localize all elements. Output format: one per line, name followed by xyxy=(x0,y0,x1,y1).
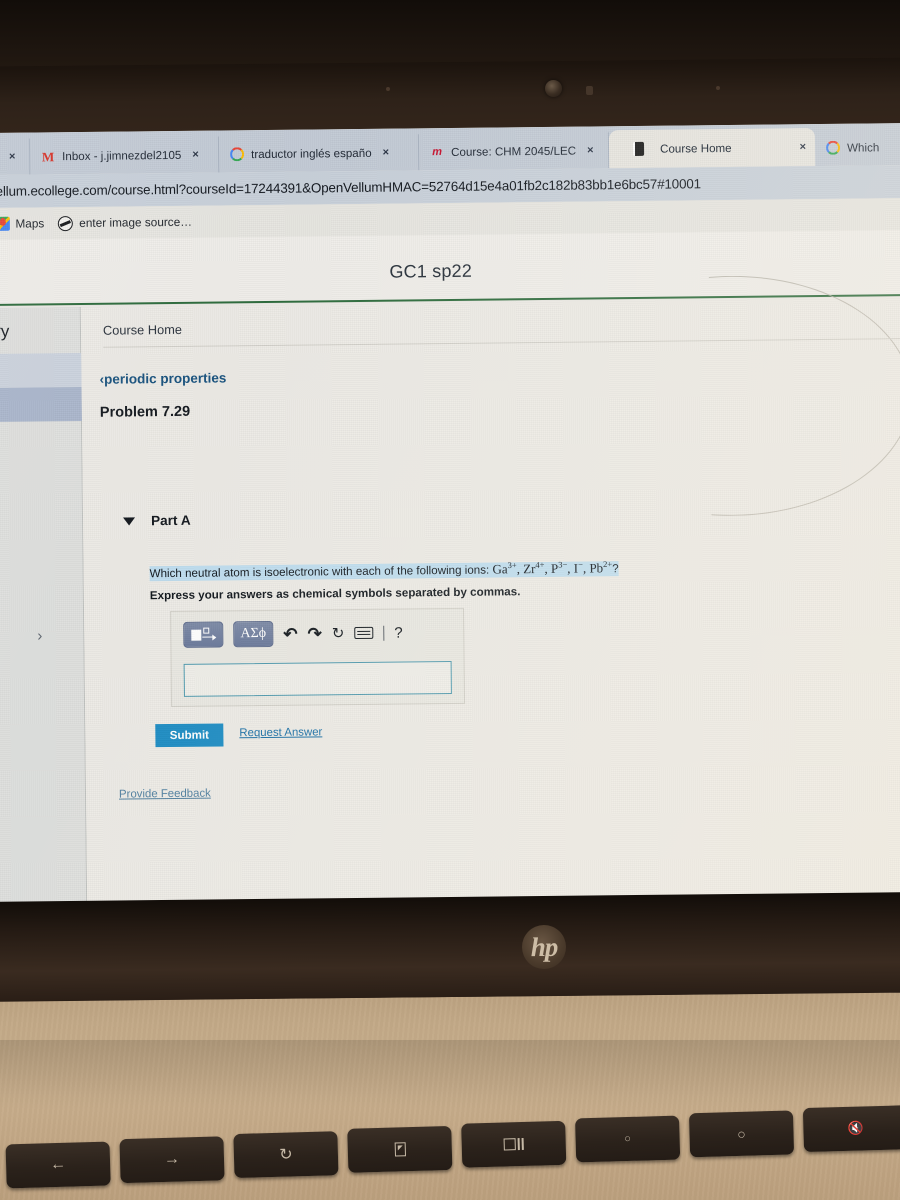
tab-label: traductor inglés españo xyxy=(251,146,372,161)
webcam-icon xyxy=(544,79,563,98)
undo-icon[interactable]: ↶ xyxy=(283,624,297,643)
sidebar-item-1-selected[interactable] xyxy=(0,386,82,423)
answer-toolbar: ΑΣϕ ↶ ↷ ↻ ? xyxy=(183,619,403,648)
fullscreen-key[interactable] xyxy=(347,1125,453,1173)
reset-icon[interactable]: ↻ xyxy=(332,625,345,642)
ion-0: Ga3+ xyxy=(492,560,517,577)
gmail-icon: M xyxy=(41,148,55,164)
browser-tab-4[interactable]: Course Home × xyxy=(608,128,816,169)
back-link-label: periodic properties xyxy=(103,370,227,387)
web-page: GC1 sp22 mistry › Course Home ‹periodic … xyxy=(0,229,900,906)
mute-icon: 🔇 xyxy=(847,1120,864,1136)
caret-down-icon[interactable] xyxy=(123,516,136,526)
bookmark-label: enter image source… xyxy=(79,214,193,230)
brightness-up-key[interactable]: ○ xyxy=(688,1110,795,1158)
toolbar-divider xyxy=(383,625,385,641)
browser-tab-0[interactable]: vid × xyxy=(0,138,31,176)
tab-label: Course: CHM 2045/LEC xyxy=(451,144,577,159)
mastering-chemistry-icon: m xyxy=(432,145,443,158)
close-icon[interactable]: × xyxy=(587,144,594,156)
question-text: Which neutral atom is isoelectronic with… xyxy=(149,558,710,582)
reload-icon: ↻ xyxy=(279,1146,293,1164)
template-icon[interactable] xyxy=(183,621,224,648)
book-icon xyxy=(631,141,645,156)
page-title: GC1 sp22 xyxy=(389,260,473,282)
hp-logo: hp xyxy=(521,924,567,970)
sidebar-title: mistry xyxy=(0,321,10,342)
browser-tab-2[interactable]: G traductor inglés españo × xyxy=(218,134,420,173)
address-input[interactable]: envellum.ecollege.com/course.html?course… xyxy=(0,176,701,199)
brightness-down-icon: ○ xyxy=(624,1132,632,1146)
overview-key[interactable] xyxy=(461,1120,567,1168)
close-icon[interactable]: × xyxy=(383,147,390,159)
answer-input[interactable] xyxy=(183,660,452,697)
decorative-arc xyxy=(550,274,900,518)
keyboard-icon[interactable] xyxy=(354,626,374,640)
brightness-up-icon: ○ xyxy=(737,1125,746,1142)
fullscreen-icon xyxy=(394,1142,406,1157)
course-sidebar: mistry › xyxy=(0,306,88,906)
breadcrumb[interactable]: Course Home xyxy=(103,322,182,338)
arrow-left-icon: ← xyxy=(49,1155,67,1174)
course-app-shell: mistry › Course Home ‹periodic propertie… xyxy=(0,298,900,906)
globe-icon xyxy=(58,215,74,231)
overview-icon xyxy=(503,1137,524,1151)
tab-label: Which xyxy=(846,140,880,155)
browser-tab-1[interactable]: M Inbox - j.jimnezdel2105 × xyxy=(29,136,220,175)
tab-label: Inbox - j.jimnezdel2105 xyxy=(62,148,182,163)
mute-key[interactable]: 🔇 xyxy=(802,1105,900,1153)
ion-2: P3− xyxy=(550,559,568,577)
close-icon[interactable]: × xyxy=(9,151,16,163)
screen-bezel-bottom xyxy=(0,892,900,1002)
bezel-mic-left-icon xyxy=(386,87,390,91)
course-content: Course Home ‹periodic properties Problem… xyxy=(80,298,900,904)
google-icon: G xyxy=(230,147,245,162)
close-icon[interactable]: × xyxy=(800,141,807,153)
chevron-right-icon[interactable]: › xyxy=(37,627,42,644)
close-icon[interactable]: × xyxy=(192,149,199,161)
screen-bezel-top xyxy=(0,57,900,135)
ion-list: Ga3+, Zr4+, P3−, I−, Pb2+ xyxy=(492,559,613,577)
webcam-led-icon xyxy=(585,85,594,96)
redo-icon[interactable]: ↷ xyxy=(307,624,321,643)
question-suffix: ? xyxy=(612,562,619,576)
provide-feedback-link[interactable]: Provide Feedback xyxy=(119,788,211,801)
google-icon: G xyxy=(825,140,841,155)
google-maps-icon xyxy=(0,216,10,231)
ion-1: Zr4+ xyxy=(523,559,545,577)
greek-letters-button[interactable]: ΑΣϕ xyxy=(233,620,274,648)
laptop-screen: vid × M Inbox - j.jimnezdel2105 × G trad… xyxy=(0,122,900,906)
bookmark-item-image-source[interactable]: enter image source… xyxy=(58,214,193,231)
arrow-right-icon: → xyxy=(163,1150,181,1168)
request-answer-link[interactable]: Request Answer xyxy=(239,726,322,739)
back-to-periodic-properties-link[interactable]: ‹periodic properties xyxy=(99,370,226,386)
question-prefix: Which neutral atom is isoelectronic with… xyxy=(149,563,493,581)
browser-tab-5[interactable]: G Which xyxy=(814,128,900,167)
part-a-label: Part A xyxy=(150,512,191,529)
browser-tab-3[interactable]: m Course: CHM 2045/LEC × xyxy=(418,132,610,171)
laptop-photo: vid × M Inbox - j.jimnezdel2105 × G trad… xyxy=(0,0,900,1200)
reload-key[interactable]: ↻ xyxy=(233,1131,339,1179)
part-a-header[interactable]: Part A xyxy=(123,513,191,529)
ion-4: Pb2+ xyxy=(589,559,613,576)
problem-title: Problem 7.29 xyxy=(99,403,191,421)
bookmark-item-maps[interactable]: Maps xyxy=(0,216,44,231)
brightness-down-key[interactable]: ○ xyxy=(575,1115,681,1163)
sidebar-item-0[interactable] xyxy=(0,352,82,389)
bezel-mic-right-icon xyxy=(716,86,720,90)
help-icon[interactable]: ? xyxy=(394,624,403,641)
answer-entry-box: ΑΣϕ ↶ ↷ ↻ ? xyxy=(170,607,466,708)
submit-button[interactable]: Submit xyxy=(155,723,224,748)
question-instruction: Express your answers as chemical symbols… xyxy=(149,585,521,603)
tab-label: Course Home xyxy=(659,141,732,156)
bookmark-label: Maps xyxy=(15,216,45,231)
